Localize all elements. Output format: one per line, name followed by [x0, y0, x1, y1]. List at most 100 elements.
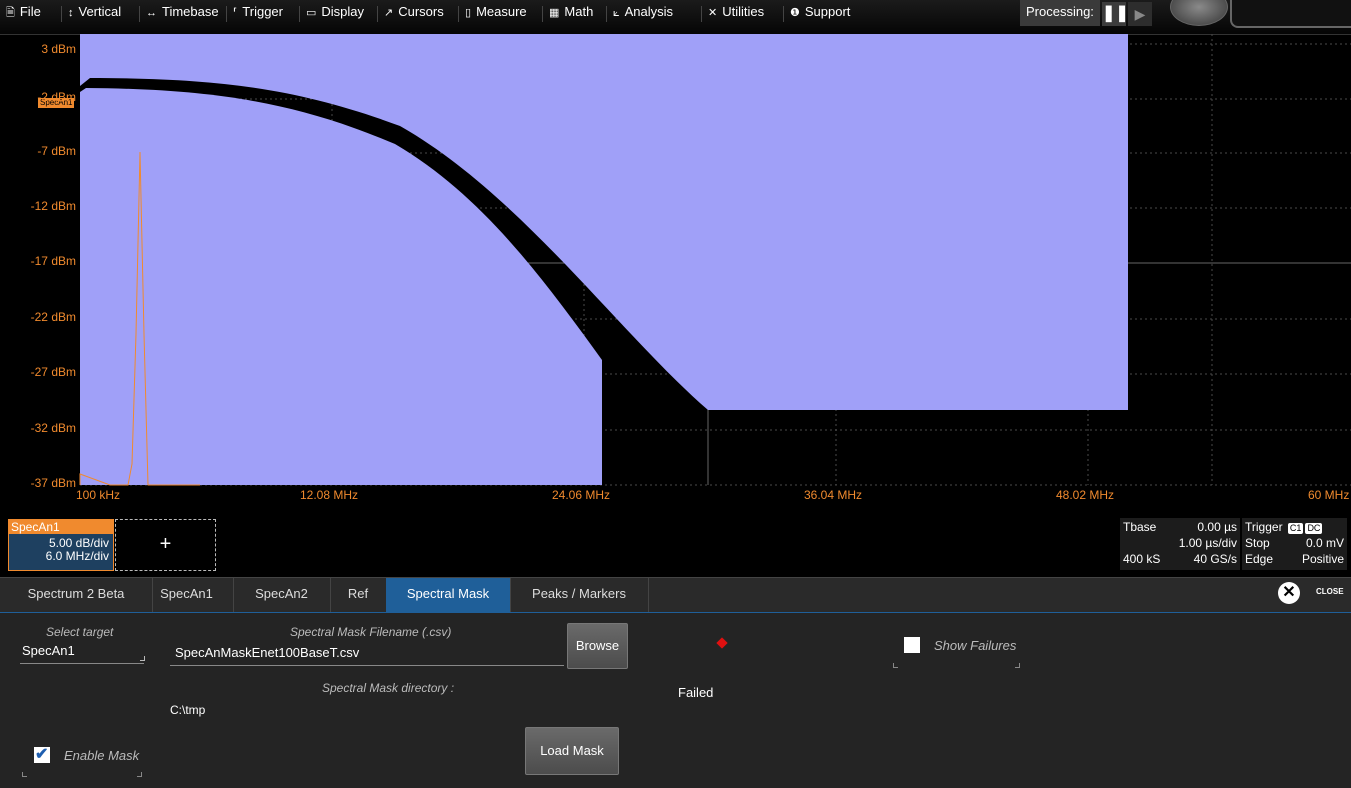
menu-separator: [458, 6, 459, 22]
enable-mask-corner-left: [22, 772, 27, 777]
menu-timebase[interactable]: ↔ Timebase: [146, 0, 219, 34]
file-icon: 🗎: [6, 7, 15, 19]
browse-button[interactable]: Browse: [567, 623, 628, 669]
measure-icon: ▯: [465, 7, 472, 19]
timebase-descriptor[interactable]: Tbase 0.00 µs 1.00 µs/div 400 kS 40 GS/s: [1120, 518, 1240, 570]
play-button[interactable]: ▶: [1128, 2, 1152, 26]
menu-separator: [299, 6, 300, 22]
y-axis-label: -2 dBm: [37, 90, 76, 104]
close-label[interactable]: CLOSE: [1316, 587, 1344, 596]
directory-label: Spectral Mask directory :: [322, 681, 455, 695]
menu-label: Display: [321, 4, 365, 19]
menu-measure[interactable]: ▯ Measure: [465, 0, 527, 34]
filename-field[interactable]: [170, 665, 564, 666]
header-panel-graphic: [1230, 0, 1351, 28]
menu-label: Cursors: [398, 4, 444, 19]
dropdown-corner-icon: [140, 656, 145, 661]
y-axis-label: -17 dBm: [30, 254, 76, 268]
show-failures-corner-right: [1015, 663, 1020, 668]
menu-separator: [783, 6, 784, 22]
menu-separator: [139, 6, 140, 22]
vertical-icon: ↕: [68, 7, 74, 19]
menu-support[interactable]: ❶ Support: [790, 0, 850, 34]
trigger-channel-chip: C1: [1287, 523, 1304, 534]
menu-separator: [377, 6, 378, 22]
tab-peaks-markers[interactable]: Peaks / Markers: [510, 578, 649, 612]
descriptor-title: SpecAn1: [9, 520, 113, 534]
menu-separator: [542, 6, 543, 22]
menu-cursors[interactable]: ↗ Cursors: [384, 0, 444, 34]
cursors-icon: ↗: [384, 7, 394, 19]
trigger-coupling-chip: DC: [1305, 523, 1323, 534]
trigger-type: Edge: [1245, 552, 1274, 566]
menu-label: Vertical: [78, 4, 122, 19]
menu-file[interactable]: 🗎 File: [6, 0, 41, 34]
show-failures-checkbox[interactable]: [904, 637, 920, 653]
close-button[interactable]: ✕: [1278, 582, 1300, 604]
menu-vertical[interactable]: ↕ Vertical: [68, 0, 121, 34]
directory-value: C:\tmp: [170, 703, 206, 717]
y-axis-label: -12 dBm: [30, 199, 76, 213]
y-axis-label: -22 dBm: [30, 310, 76, 324]
tab-specan2[interactable]: SpecAn2: [233, 578, 331, 612]
x-axis-label: 100 kHz: [76, 488, 121, 502]
menu-label: File: [19, 4, 41, 19]
menu-label: Analysis: [624, 4, 674, 19]
menu-separator: [226, 6, 227, 22]
tab-ref[interactable]: Ref: [330, 578, 387, 612]
menu-label: Measure: [476, 4, 527, 19]
x-axis-label: 36.04 MHz: [804, 488, 863, 502]
pause-button[interactable]: ❚❚: [1102, 2, 1129, 26]
descriptor-hdiv: 6.0 MHz/div: [45, 549, 109, 563]
trigger-title: Trigger C1 DC: [1245, 520, 1323, 534]
processing-label: Processing:: [1020, 0, 1100, 26]
status-indicator-icon: [716, 637, 728, 649]
trigger-icon: ⸢: [233, 7, 238, 19]
trigger-level: 0.0 mV: [1305, 536, 1344, 550]
x-axis-label: 24.06 MHz: [552, 488, 611, 502]
timebase-title: Tbase: [1123, 520, 1157, 534]
play-icon: ▶: [1134, 6, 1146, 22]
filename-value[interactable]: SpecAnMaskEnet100BaseT.csv: [175, 645, 359, 660]
x-axis-label: 60 MHz: [1308, 488, 1350, 502]
select-target-label: Select target: [46, 625, 114, 639]
timebase-icon: ↔: [146, 7, 157, 19]
show-failures-label: Show Failures: [934, 638, 1017, 653]
knob-graphic: [1170, 0, 1228, 26]
select-target-field[interactable]: [20, 663, 144, 664]
enable-mask-checkbox[interactable]: ✔: [34, 746, 50, 763]
status-text: Failed: [678, 685, 714, 700]
menu-display[interactable]: ▭ Display: [306, 0, 364, 34]
dialog-tab-bar: Spectrum 2 Beta SpecAn1 SpecAn2 Ref Spectral…: [0, 577, 1351, 614]
menu-label: Utilities: [722, 4, 765, 19]
math-icon: ▦: [549, 7, 560, 19]
show-failures-corner-left: [893, 663, 898, 668]
trigger-descriptor[interactable]: Trigger C1 DC Stop 0.0 mV Edge Positive: [1242, 518, 1347, 570]
menu-analysis[interactable]: ⟀ Analysis: [613, 0, 673, 34]
timebase-samples: 400 kS: [1123, 552, 1161, 566]
y-axis-label: -27 dBm: [30, 365, 76, 379]
tab-spectral-mask[interactable]: Spectral Mask: [386, 578, 511, 612]
timebase-rate: 40 GS/s: [1193, 552, 1237, 566]
trigger-title-text: Trigger: [1245, 520, 1283, 534]
x-axis-label: 48.02 MHz: [1056, 488, 1115, 502]
trigger-slope: Positive: [1301, 552, 1344, 566]
specan1-descriptor[interactable]: SpecAn1 5.00 dB/div 6.0 MHz/div: [8, 519, 114, 571]
menu-label: Timebase: [162, 4, 219, 19]
filename-label: Spectral Mask Filename (.csv): [290, 625, 452, 639]
tab-spectrum-2-beta[interactable]: Spectrum 2 Beta: [0, 578, 153, 612]
select-target-value[interactable]: SpecAn1: [22, 643, 75, 658]
x-axis-label: 12.08 MHz: [300, 488, 359, 502]
spectrum-plot[interactable]: SpecAn1 3 dBm -2 dBm -7 dBm -12 dBm -17 dBm -…: [0, 34, 1351, 519]
tab-specan1[interactable]: SpecAn1: [140, 578, 234, 612]
menu-separator: [701, 6, 702, 22]
y-axis-label: -32 dBm: [30, 421, 76, 435]
display-icon: ▭: [306, 7, 317, 19]
load-mask-button[interactable]: Load Mask: [525, 727, 619, 775]
menu-trigger[interactable]: ⸢ Trigger: [233, 0, 283, 34]
menu-math[interactable]: ▦ Math: [549, 0, 593, 34]
menu-utilities[interactable]: ✕ Utilities: [708, 0, 764, 34]
pause-icon: ❚❚: [1102, 5, 1129, 22]
add-trace-button[interactable]: +: [115, 519, 216, 571]
menu-bar: 🗎 File ↕ Vertical ↔ Timebase ⸢ Trigger ▭ Display ↗…: [0, 0, 1351, 35]
